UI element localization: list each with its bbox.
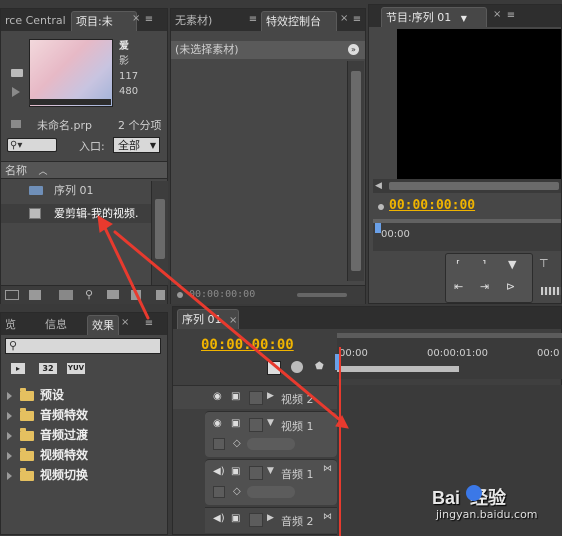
paw-icon [466,485,482,501]
arrow-to-timeline-line [113,230,342,422]
annotation-arrows [97,215,349,429]
watermark-url: jingyan.baidu.com [436,508,538,521]
